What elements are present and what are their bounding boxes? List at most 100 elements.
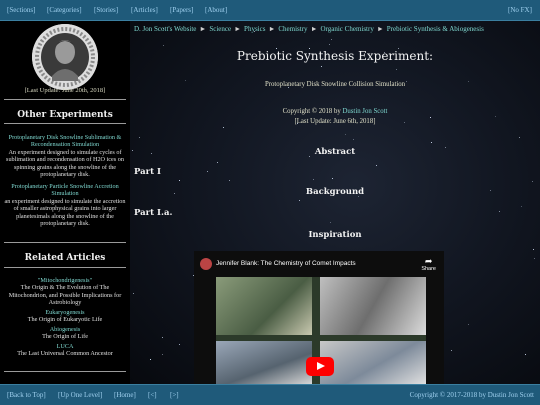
related-link[interactable]: Abiogenesis bbox=[2, 326, 128, 333]
sidebar: [Last Update: June 20th, 2018] Other Exp… bbox=[0, 21, 130, 384]
experiment-item: Protoplanetary Particle Snowline Accreti… bbox=[2, 183, 128, 227]
related-item: "Mitochondrigenesis" The Origin & The Ev… bbox=[2, 277, 128, 307]
star bbox=[313, 179, 314, 180]
experiment-item: Protoplanetary Disk Snowline Sublimation… bbox=[2, 134, 128, 178]
related-link[interactable]: LUCA bbox=[2, 343, 128, 350]
experiment-link[interactable]: Protoplanetary Particle Snowline Accreti… bbox=[2, 183, 128, 198]
nav-stories[interactable]: [Stories] bbox=[94, 0, 118, 20]
sidebar-divider bbox=[4, 267, 126, 268]
back-to-top-link[interactable]: [Back to Top] bbox=[7, 385, 46, 405]
up-one-level-link[interactable]: [Up One Level] bbox=[58, 385, 102, 405]
star bbox=[345, 134, 346, 135]
star bbox=[396, 69, 397, 70]
nav-no-fx[interactable]: [No FX] bbox=[508, 0, 532, 20]
breadcrumb-separator: ► bbox=[268, 25, 276, 33]
breadcrumb-separator: ► bbox=[376, 25, 384, 33]
breadcrumb-item[interactable]: Chemistry bbox=[278, 25, 307, 33]
star bbox=[533, 249, 534, 250]
related-link[interactable]: "Mitochondrigenesis" bbox=[2, 277, 128, 284]
breadcrumb-item[interactable]: Physics bbox=[244, 25, 265, 33]
home-link[interactable]: [Home] bbox=[114, 385, 136, 405]
star bbox=[150, 359, 151, 360]
sidebar-last-update: [Last Update: June 20th, 2018] bbox=[24, 87, 106, 94]
experiment-description: an experiment designed to simulate the a… bbox=[4, 197, 126, 228]
star bbox=[162, 337, 163, 338]
star bbox=[451, 350, 452, 351]
thumbnail-photo bbox=[320, 341, 426, 384]
star bbox=[534, 258, 535, 259]
star bbox=[468, 324, 469, 325]
star bbox=[133, 293, 134, 294]
star bbox=[431, 142, 432, 143]
sidebar-divider bbox=[4, 371, 126, 372]
next-link[interactable]: [>] bbox=[170, 385, 179, 405]
inspiration-heading: Inspiration bbox=[308, 230, 362, 240]
star bbox=[329, 44, 330, 45]
breadcrumb-item[interactable]: D. Jon Scott's Website bbox=[134, 25, 196, 33]
sidebar-divider bbox=[4, 123, 126, 124]
breadcrumb-item[interactable]: Science bbox=[209, 25, 231, 33]
nav-categories[interactable]: [Categories] bbox=[47, 0, 82, 20]
star bbox=[353, 139, 354, 140]
breadcrumb-separator: ► bbox=[199, 25, 207, 33]
channel-icon[interactable] bbox=[200, 258, 212, 270]
page-title: Prebiotic Synthesis Experiment: bbox=[236, 49, 434, 63]
main-content: D. Jon Scott's Website ► Science ► Physics ► C… bbox=[130, 21, 540, 384]
copyright-text: Copyright © 2018 by bbox=[282, 108, 341, 115]
footer-copyright: Copyright © 2017-2018 by Dustin Jon Scot… bbox=[409, 391, 534, 399]
sidebar-divider bbox=[4, 99, 126, 100]
page-subtitle: Protoplanetary Disk Snowline Collision S… bbox=[264, 81, 406, 88]
star bbox=[532, 181, 533, 182]
star bbox=[162, 354, 163, 355]
related-description: The Origin & The Evolution of The Mitoch… bbox=[8, 284, 122, 307]
nav-papers[interactable]: [Papers] bbox=[170, 0, 193, 20]
thumbnail-photo bbox=[216, 341, 312, 384]
avatar bbox=[32, 24, 98, 90]
experiment-link[interactable]: Protoplanetary Disk Snowline Sublimation… bbox=[2, 134, 128, 149]
star bbox=[229, 180, 230, 181]
bottom-nav-bar: [Back to Top] [Up One Level] [Home] [<] … bbox=[0, 384, 540, 405]
author-link[interactable]: Dustin Jon Scott bbox=[342, 108, 387, 115]
star bbox=[376, 165, 377, 166]
previous-link[interactable]: [<] bbox=[148, 385, 157, 405]
nav-articles[interactable]: [Articles] bbox=[131, 0, 158, 20]
copyright-line: Copyright © 2018 by Dustin Jon Scott bbox=[130, 108, 540, 115]
share-icon: ➦ bbox=[424, 256, 433, 266]
related-description: The Last Universal Common Ancestor bbox=[17, 350, 113, 358]
star bbox=[525, 354, 526, 355]
star bbox=[332, 178, 333, 179]
other-experiments-heading: Other Experiments bbox=[17, 110, 113, 120]
breadcrumb-separator: ► bbox=[234, 25, 242, 33]
star bbox=[179, 180, 180, 181]
part-1-heading: Part I bbox=[134, 167, 162, 177]
related-item: LUCA The Last Universal Common Ancestor bbox=[2, 343, 128, 358]
page-last-update: [Last Update: June 6th, 2018] bbox=[294, 118, 376, 125]
share-button[interactable]: ➦ Share bbox=[421, 256, 436, 273]
nav-about[interactable]: [About] bbox=[205, 0, 227, 20]
star bbox=[207, 171, 208, 172]
thumbnail-photo bbox=[216, 277, 312, 335]
breadcrumb-item[interactable]: Organic Chemistry bbox=[321, 25, 374, 33]
star bbox=[519, 137, 520, 138]
related-item: Abiogenesis The Origin of Life bbox=[2, 326, 128, 341]
abstract-heading: Abstract bbox=[314, 147, 356, 157]
star bbox=[321, 66, 322, 67]
star bbox=[163, 45, 164, 46]
star bbox=[217, 162, 218, 163]
related-description: The Origin of Life bbox=[42, 333, 88, 341]
breadcrumb-item[interactable]: Prebiotic Synthesis & Abiogenesis bbox=[387, 25, 484, 33]
related-description: The Origin of Eukaryotic Life bbox=[27, 316, 103, 324]
star bbox=[331, 39, 332, 40]
star bbox=[179, 344, 180, 345]
breadcrumb: D. Jon Scott's Website ► Science ► Physics ► C… bbox=[134, 25, 534, 33]
breadcrumb-separator: ► bbox=[310, 25, 318, 33]
star bbox=[495, 116, 496, 117]
youtube-video-embed[interactable]: Jennifer Blank: The Chemistry of Comet I… bbox=[194, 251, 444, 384]
top-nav-bar: [Sections] [Categories] [Stories] [Artic… bbox=[0, 0, 540, 21]
background-heading: Background bbox=[305, 187, 365, 197]
share-label: Share bbox=[421, 266, 436, 272]
nav-sections[interactable]: [Sections] bbox=[7, 0, 35, 20]
related-link[interactable]: Eukaryogenesis bbox=[2, 309, 128, 316]
video-title[interactable]: Jennifer Blank: The Chemistry of Comet I… bbox=[216, 260, 416, 267]
play-button-icon[interactable] bbox=[306, 357, 334, 376]
